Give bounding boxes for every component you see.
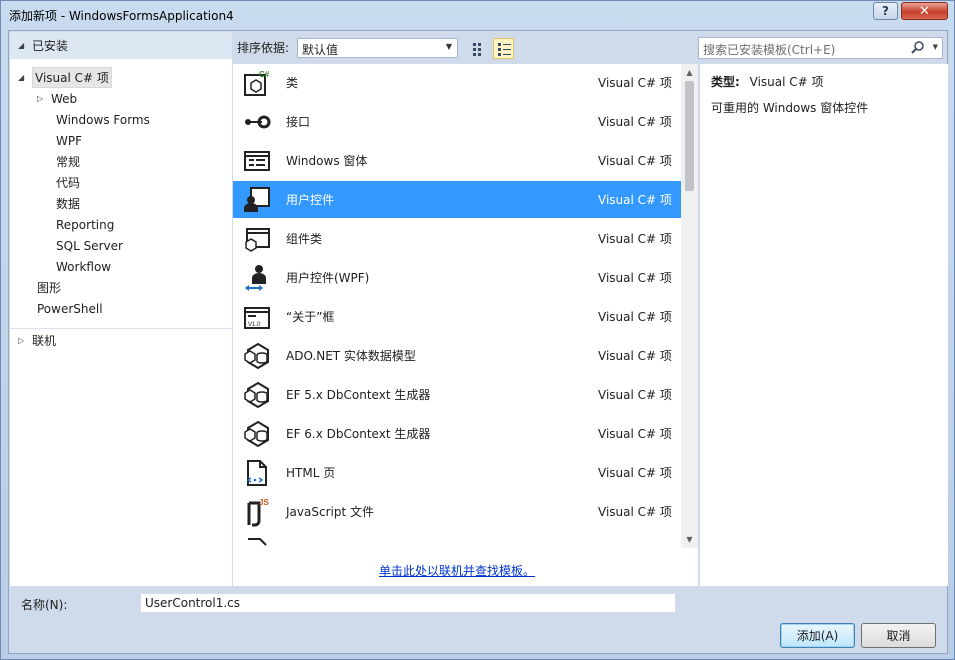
svg-text:V1.0: V1.0	[248, 322, 261, 328]
tree-item-windows-forms[interactable]: Windows Forms	[10, 109, 232, 130]
small-icons-view-button[interactable]	[468, 38, 489, 59]
collapsed-triangle-icon: ▷	[37, 94, 44, 103]
template-list-panel: C# 类 Visual C# 项 接口 Visual C# 项 Windows …	[233, 64, 698, 586]
dialog-client: ◢ 已安装 ◢ Visual C# 项 ▷ Web Windows Forms …	[8, 30, 948, 654]
template-row-javascript-file[interactable]: JS JavaScript 文件 Visual C# 项	[233, 493, 681, 530]
user-control-icon	[244, 187, 270, 212]
html-page-icon	[246, 460, 267, 486]
template-row-component-class[interactable]: 组件类 Visual C# 项	[233, 220, 681, 257]
svg-text:C#: C#	[259, 70, 270, 79]
template-row-about-box[interactable]: V1.0 “关于”框 Visual C# 项	[233, 298, 681, 335]
sort-dropdown[interactable]: 默认值 ▼	[297, 38, 458, 58]
scroll-up-icon[interactable]: ▲	[681, 64, 698, 81]
dbcontext-generator-icon	[244, 381, 269, 409]
tree-item-data[interactable]: 数据	[10, 193, 232, 214]
tree-item-reporting[interactable]: Reporting	[10, 214, 232, 235]
tree-item-code[interactable]: 代码	[10, 172, 232, 193]
template-row-entity-model[interactable]: ADO.NET 实体数据模型 Visual C# 项	[233, 337, 681, 374]
template-list-scrollbar[interactable]: ▲ ▼	[681, 64, 698, 548]
online-section-header[interactable]: ▷ 联机	[10, 328, 232, 352]
sort-toolbar: 排序依据: 默认值 ▼	[235, 35, 515, 59]
list-view-icon	[497, 42, 511, 56]
search-icon	[911, 41, 924, 54]
template-row-partial[interactable]	[233, 532, 681, 548]
title-bar[interactable]: 添加新项 - WindowsFormsApplication4 ? ✕	[1, 1, 954, 29]
windows-form-icon	[244, 151, 270, 171]
close-button[interactable]: ✕	[901, 2, 948, 20]
template-row-wpf-user-control[interactable]: 用户控件(WPF) Visual C# 项	[233, 259, 681, 296]
tree-item-web[interactable]: ▷ Web	[10, 88, 232, 109]
scroll-thumb[interactable]	[685, 81, 694, 191]
chevron-down-icon: ▼	[445, 42, 452, 51]
tree-item-wpf[interactable]: WPF	[10, 130, 232, 151]
expanded-triangle-icon: ◢	[18, 41, 25, 50]
sort-label: 排序依据:	[237, 40, 290, 55]
window-title: 添加新项 - WindowsFormsApplication4	[9, 9, 234, 23]
installed-section-header[interactable]: ◢ 已安装	[10, 32, 232, 59]
category-tree: ◢ 已安装 ◢ Visual C# 项 ▷ Web Windows Forms …	[10, 32, 232, 586]
search-input[interactable]: 搜索已安装模板(Ctrl+E) ▼	[698, 37, 943, 59]
template-row-user-control[interactable]: 用户控件 Visual C# 项	[233, 181, 681, 218]
template-row-interface[interactable]: 接口 Visual C# 项	[233, 103, 681, 140]
template-list: C# 类 Visual C# 项 接口 Visual C# 项 Windows …	[233, 64, 681, 548]
details-panel: 类型: Visual C# 项 可重用的 Windows 窗体控件	[700, 64, 948, 586]
template-row-class[interactable]: C# 类 Visual C# 项	[233, 64, 681, 101]
scroll-down-icon[interactable]: ▼	[681, 531, 698, 548]
small-icons-view-icon	[472, 42, 481, 56]
wpf-user-control-icon	[245, 265, 266, 291]
svg-text:JS: JS	[259, 498, 269, 507]
chevron-down-icon: ▼	[932, 43, 938, 51]
tree-item-sql-server[interactable]: SQL Server	[10, 235, 232, 256]
dbcontext-generator-icon	[244, 420, 269, 448]
tree-item-powershell[interactable]: PowerShell	[10, 298, 232, 319]
add-button[interactable]: 添加(A)	[780, 623, 855, 648]
template-row-ef5-dbcontext[interactable]: EF 5.x DbContext 生成器 Visual C# 项	[233, 376, 681, 413]
javascript-file-icon: JS	[247, 498, 269, 527]
dialog-window: 添加新项 - WindowsFormsApplication4 ? ✕ ◢ 已安…	[0, 0, 955, 660]
template-row-html-page[interactable]: HTML 页 Visual C# 项	[233, 454, 681, 491]
tree-item-graphics[interactable]: 图形	[10, 277, 232, 298]
tree-item-workflow[interactable]: Workflow	[10, 256, 232, 277]
component-class-icon	[245, 228, 270, 252]
name-label: 名称(N):	[21, 598, 68, 612]
file-icon	[248, 538, 267, 546]
details-type: 类型: Visual C# 项	[711, 75, 824, 89]
details-description: 可重用的 Windows 窗体控件	[711, 101, 869, 115]
find-online-templates-link[interactable]: 单击此处以联机并查找模板。	[233, 562, 681, 579]
list-view-button[interactable]	[493, 38, 514, 59]
tree-item-visual-csharp[interactable]: ◢ Visual C# 项	[10, 67, 232, 88]
name-field[interactable]: UserControl1.cs	[140, 593, 676, 613]
about-box-icon: V1.0	[244, 307, 270, 329]
expanded-triangle-icon: ◢	[18, 73, 25, 82]
interface-icon	[245, 115, 271, 129]
cancel-button[interactable]: 取消	[861, 623, 936, 648]
help-button[interactable]: ?	[873, 2, 898, 20]
collapsed-triangle-icon: ▷	[18, 336, 25, 345]
tree-item-general[interactable]: 常规	[10, 151, 232, 172]
template-row-windows-form[interactable]: Windows 窗体 Visual C# 项	[233, 142, 681, 179]
entity-model-icon	[244, 342, 269, 370]
template-row-ef6-dbcontext[interactable]: EF 6.x DbContext 生成器 Visual C# 项	[233, 415, 681, 452]
class-icon: C#	[244, 70, 270, 96]
